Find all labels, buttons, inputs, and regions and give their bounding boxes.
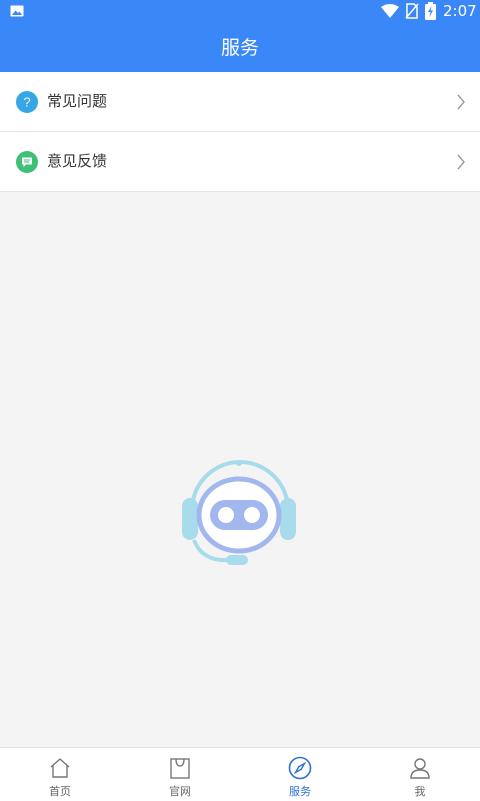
tab-label: 服务	[289, 785, 311, 798]
person-icon	[410, 758, 430, 779]
no-sim-icon	[405, 3, 419, 19]
chevron-right-icon	[457, 154, 465, 170]
service-menu: ? 常见问题 意见反馈	[0, 72, 480, 192]
menu-item-label: 意见反馈	[47, 152, 108, 170]
tab-me[interactable]: 我	[360, 748, 480, 801]
status-time: 2:07	[443, 2, 477, 20]
menu-item-faq[interactable]: ? 常见问题	[0, 72, 480, 132]
feedback-chat-icon	[16, 151, 38, 173]
chevron-right-icon	[457, 94, 465, 110]
page-title: 服务	[220, 37, 259, 59]
robot-headset-icon	[182, 460, 296, 565]
question-icon: ?	[16, 91, 38, 113]
tab-home[interactable]: 首页	[0, 748, 120, 801]
image-icon	[10, 5, 24, 17]
tab-label: 首页	[49, 785, 71, 798]
svg-text:?: ?	[23, 95, 30, 110]
compass-icon	[288, 756, 312, 780]
menu-item-feedback[interactable]: 意见反馈	[0, 132, 480, 191]
tab-service[interactable]: 服务	[240, 748, 360, 801]
home-icon	[50, 758, 70, 778]
tab-official-site[interactable]: 官网	[120, 748, 240, 801]
tab-label: 我	[414, 785, 426, 798]
battery-charging-icon	[425, 2, 436, 20]
menu-item-label: 常见问题	[47, 92, 108, 110]
shopping-bag-icon	[170, 758, 190, 779]
wifi-icon	[381, 4, 399, 18]
status-bar: 2:07	[0, 0, 480, 24]
bottom-tab-bar: 首页 官网 服务 我	[0, 747, 480, 801]
tab-label: 官网	[169, 785, 191, 798]
app-header: 2:07 服务	[0, 0, 480, 72]
